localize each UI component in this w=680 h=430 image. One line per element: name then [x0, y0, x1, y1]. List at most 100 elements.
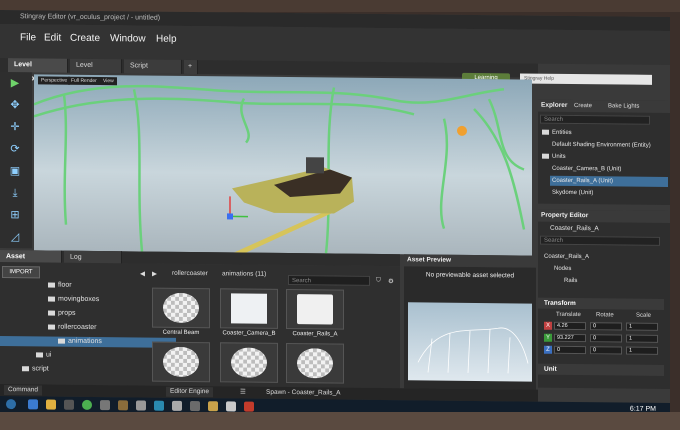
unit-section-header[interactable]: Unit	[538, 363, 664, 376]
folder-icon	[542, 129, 549, 135]
stingray-icon[interactable]	[154, 400, 164, 411]
property-tree-item[interactable]: Rails	[564, 276, 577, 286]
asset-caption: Coaster_Rails_A	[292, 331, 338, 338]
material-ball-icon	[297, 348, 333, 379]
ie-icon[interactable]	[28, 399, 38, 410]
menu-window[interactable]: Window	[110, 33, 146, 44]
grid-icon[interactable]: ⊞	[6, 208, 24, 222]
breadcrumb-rollercoaster[interactable]: rollercoaster	[172, 270, 208, 277]
folder-item[interactable]: script	[22, 364, 49, 374]
app-icon[interactable]	[64, 399, 74, 410]
move-icon[interactable]: ✛	[6, 120, 24, 134]
folder-icon	[22, 365, 29, 371]
asset-thumbnail[interactable]	[152, 341, 210, 383]
play-icon[interactable]: ▶	[6, 76, 24, 90]
translate-z-field[interactable]: 0	[554, 345, 586, 355]
level-viewport[interactable]: Perspective Full Render View	[34, 74, 532, 256]
folder-item[interactable]: movingboxes	[48, 295, 99, 306]
help-window-title[interactable]: Stingray Help	[520, 73, 652, 85]
folder-item[interactable]: floor	[48, 281, 72, 291]
asset-thumbnail[interactable]	[286, 288, 344, 330]
scale-z-field[interactable]: 1	[626, 346, 658, 355]
y-axis-label: Y	[544, 333, 552, 342]
explorer-search-input[interactable]: Search	[540, 114, 650, 125]
asset-caption: Central Beam	[162, 329, 200, 337]
menu-edit[interactable]: Edit	[44, 32, 61, 43]
new-tab-button[interactable]: +	[184, 59, 198, 75]
import-button[interactable]: IMPORT	[2, 266, 40, 279]
folder-icon	[542, 153, 549, 159]
explorer-item[interactable]: Units	[542, 152, 566, 162]
z-axis-label: Z	[544, 345, 552, 354]
menu-create[interactable]: Create	[70, 33, 100, 44]
support-beam	[62, 94, 68, 225]
app-icon[interactable]	[172, 400, 182, 411]
folder-item[interactable]: ui	[36, 350, 51, 360]
tab-level-flow[interactable]: Level Flow×	[70, 58, 122, 83]
engine-select[interactable]: Editor Engine	[166, 386, 214, 398]
explorer-icon[interactable]	[46, 399, 56, 410]
property-tree-item[interactable]: Nodes	[554, 264, 571, 274]
folder-item-selected[interactable]: animations	[0, 336, 176, 348]
asset-thumbnail[interactable]	[152, 287, 210, 329]
app-icon[interactable]	[118, 400, 128, 411]
menu-help[interactable]: Help	[156, 34, 177, 45]
scale-y-field[interactable]: 1	[626, 334, 658, 343]
powerpoint-icon[interactable]	[244, 401, 254, 412]
support-beam	[132, 89, 144, 252]
explorer-item[interactable]: Skydome (Unit)	[552, 188, 593, 198]
breadcrumb-animations[interactable]: animations (11)	[222, 270, 266, 277]
menu-file[interactable]: File	[20, 32, 36, 43]
transform-section-header[interactable]: Transform	[538, 297, 664, 310]
rotate-z-field[interactable]: 0	[590, 346, 622, 355]
material-ball-icon	[231, 347, 267, 378]
forward-icon[interactable]: ▶	[152, 270, 157, 278]
app-icon[interactable]	[190, 400, 200, 412]
folder-icon	[36, 352, 43, 358]
measure-icon[interactable]: ◿	[6, 230, 24, 244]
rotate-y-field[interactable]: 0	[590, 334, 622, 343]
app-icon[interactable]	[136, 400, 146, 411]
asset-search-input[interactable]: Search	[288, 275, 370, 286]
rotate-x-field[interactable]: 0	[590, 322, 622, 331]
tab-script-editor[interactable]: Script Editor×	[124, 59, 182, 84]
app-icon[interactable]	[226, 401, 236, 412]
preview-render[interactable]	[408, 302, 532, 382]
asset-folder-tree: floor movingboxes props rollercoaster an…	[0, 278, 176, 379]
rotate-icon[interactable]: ⟳	[6, 142, 24, 156]
asset-caption: Coaster_Camera_B	[222, 330, 276, 337]
support-beam	[439, 118, 449, 230]
asset-thumbnail[interactable]	[220, 288, 278, 329]
property-tree-item[interactable]: Coaster_Rails_A	[544, 252, 589, 262]
settings-icon[interactable]: ⚙	[388, 277, 394, 285]
scale-icon[interactable]: ▣	[6, 164, 24, 178]
hamburger-icon[interactable]: ☰	[240, 388, 246, 398]
start-button-icon[interactable]	[6, 399, 16, 410]
back-icon[interactable]: ◀	[140, 269, 145, 277]
explorer-item-selected[interactable]: Coaster_Rails_A (Unit)	[550, 175, 668, 187]
explorer-tab-bake-lights[interactable]: Bake Lights	[608, 100, 639, 112]
command-mode-select[interactable]: Command	[4, 385, 42, 396]
asset-thumbnail[interactable]	[220, 342, 278, 383]
translate-y-field[interactable]: 93.227	[554, 333, 586, 343]
explorer-tab-create[interactable]: Create	[574, 100, 592, 112]
app-icon[interactable]	[100, 400, 110, 411]
object-name: Coaster_Rails_A	[550, 224, 599, 233]
snap-icon[interactable]: ⤓	[6, 186, 24, 200]
tab-level-viewport[interactable]: Level Viewport×	[8, 58, 68, 83]
folder-icon[interactable]	[208, 401, 218, 412]
asset-thumbnail[interactable]	[286, 342, 344, 384]
scale-x-field[interactable]: 1	[626, 322, 658, 331]
gamepad-icon[interactable]: ✥	[6, 98, 24, 112]
explorer-item[interactable]: Coaster_Camera_B (Unit)	[552, 164, 621, 175]
chrome-icon[interactable]	[82, 399, 92, 410]
folder-item[interactable]: props	[48, 309, 76, 319]
room-wall-bottom	[0, 412, 680, 430]
filter-icon[interactable]: ⛉	[376, 277, 381, 285]
property-search-input[interactable]: Search	[540, 235, 660, 246]
translate-x-field[interactable]: 4.26	[554, 321, 586, 331]
folder-item[interactable]: rollercoaster	[48, 323, 97, 334]
explorer-item[interactable]: Entities	[542, 128, 572, 138]
track-rail	[34, 97, 415, 118]
explorer-item[interactable]: Default Shading Environment (Entity)	[552, 140, 651, 151]
